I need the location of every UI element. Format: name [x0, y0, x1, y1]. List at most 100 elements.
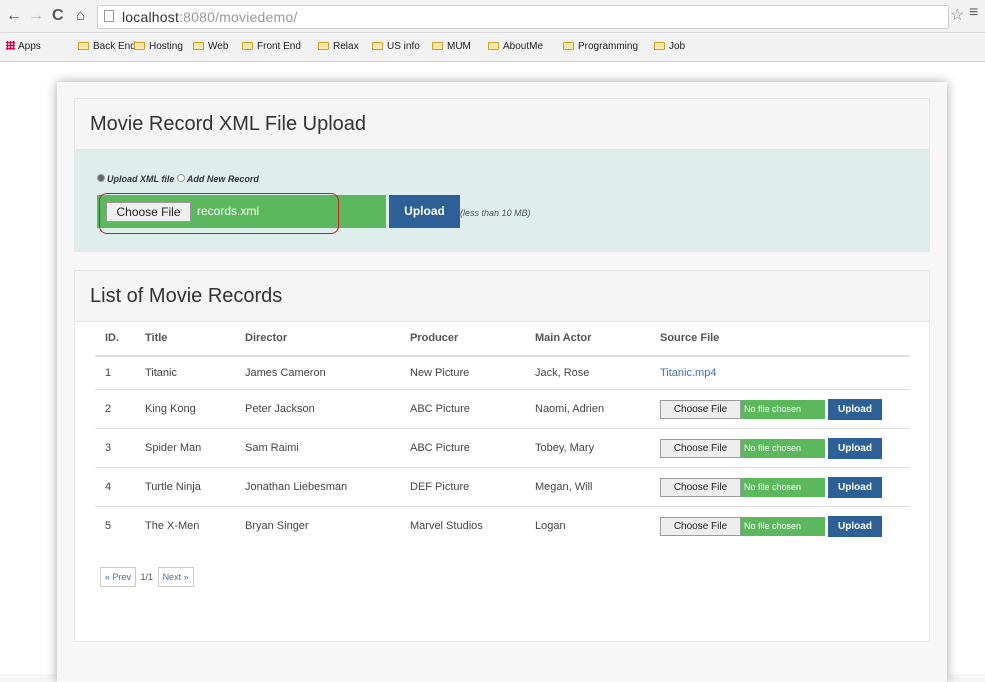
bookmark-label: Front End — [257, 41, 301, 52]
cell-actor: Megan, Will — [525, 467, 650, 507]
radio-add-record-label[interactable]: Add New Record — [187, 174, 259, 184]
records-panel: List of Movie Records ID. Title Director Pr… — [74, 270, 930, 642]
cell-id: 4 — [95, 467, 135, 507]
row-no-file-text: No file chosen — [741, 516, 825, 536]
bookmark-web[interactable]: Web — [193, 41, 228, 52]
radio-upload-xml[interactable] — [97, 174, 105, 182]
cell-title: Spider Man — [135, 428, 235, 468]
cell-director: Jonathan Liebesman — [235, 467, 400, 507]
bookmark-hosting[interactable]: Hosting — [134, 41, 183, 52]
cell-source-file: Choose File No file chosen Upload — [650, 506, 910, 545]
row-upload-button[interactable]: Upload — [828, 476, 882, 498]
next-page-button[interactable]: Next » — [157, 567, 194, 587]
cell-id: 2 — [95, 389, 135, 429]
page-info: 1/1 — [140, 572, 154, 582]
row-no-file-text: No file chosen — [741, 399, 825, 419]
bookmark-label: Back End — [93, 41, 136, 52]
back-arrow-icon[interactable]: ← — [6, 7, 22, 25]
bookmark-apps[interactable]: Apps — [6, 41, 41, 52]
cell-title: Titanic — [135, 355, 235, 390]
prev-page-button[interactable]: « Prev — [100, 567, 137, 587]
row-upload-button[interactable]: Upload — [828, 515, 882, 537]
column-header: ID. — [95, 321, 135, 357]
table-row: 4 Turtle Ninja Jonathan Liebesman DEF Pictu… — [95, 467, 910, 507]
bookmark-aboutme[interactable]: AboutMe — [488, 41, 543, 52]
row-choose-file-button[interactable]: Choose File — [660, 438, 741, 458]
cell-director: Bryan Singer — [235, 506, 400, 545]
url-path: :8080/moviedemo/ — [179, 9, 298, 25]
main-container: Movie Record XML File Upload Upload XML … — [57, 82, 947, 682]
cell-actor: Jack, Rose — [525, 355, 650, 390]
row-upload-button[interactable]: Upload — [828, 398, 882, 420]
bookmark-mum[interactable]: MUM — [432, 41, 471, 52]
row-choose-file-button[interactable]: Choose File — [660, 477, 741, 497]
folder-icon — [242, 42, 253, 50]
address-bar[interactable]: localhost:8080/moviedemo/ — [97, 5, 949, 29]
row-no-file-text: No file chosen — [741, 477, 825, 497]
upload-panel-title: Movie Record XML File Upload — [90, 113, 367, 135]
column-header: Producer — [400, 321, 525, 357]
bookmark-back-end[interactable]: Back End — [78, 41, 136, 52]
bookmark-relax[interactable]: Relax — [318, 41, 359, 52]
browser-toolbar: ← → C ⌂ localhost:8080/moviedemo/ ☆ ≡ — [0, 0, 985, 33]
upload-panel: Movie Record XML File Upload Upload XML … — [74, 98, 930, 252]
page-content: Movie Record XML File Upload Upload XML … — [0, 62, 985, 682]
home-icon[interactable]: ⌂ — [76, 7, 85, 25]
cell-id: 1 — [95, 355, 135, 390]
upload-panel-body: Upload XML file Add New Record Choose Fi… — [75, 150, 929, 251]
bookmark-programming[interactable]: Programming — [563, 41, 638, 52]
table-row: 3 Spider Man Sam Raimi ABC Picture Tobey, Ma… — [95, 428, 910, 468]
cell-source-file: Choose File No file chosen Upload — [650, 467, 910, 507]
row-choose-file-button[interactable]: Choose File — [660, 516, 741, 536]
table-header-row: ID. Title Director Producer Main Actor Source… — [95, 321, 910, 357]
cell-source-file: Titanic.mp4 — [650, 355, 910, 390]
bookmark-front-end[interactable]: Front End — [242, 41, 301, 52]
folder-icon — [134, 42, 145, 50]
bookmark-job[interactable]: Job — [654, 41, 685, 52]
upload-panel-heading: Movie Record XML File Upload — [75, 99, 929, 150]
bookmark-label: Relax — [333, 41, 359, 52]
radio-upload-xml-label[interactable]: Upload XML file — [107, 174, 174, 184]
bookmarks-bar: Apps Back End Hosting Web Front End Relax US i… — [0, 33, 985, 62]
radio-add-record[interactable] — [176, 174, 185, 182]
reload-icon[interactable]: C — [52, 7, 64, 25]
cell-director: James Cameron — [235, 355, 400, 390]
bookmark-label: MUM — [447, 41, 471, 52]
cell-producer: ABC Picture — [400, 389, 525, 429]
cell-producer: ABC Picture — [400, 428, 525, 468]
bookmark-label: Web — [208, 41, 229, 52]
menu-icon[interactable]: ≡ — [969, 4, 978, 22]
page-icon — [104, 10, 114, 22]
row-choose-file-button[interactable]: Choose File — [660, 399, 741, 419]
url-text[interactable]: localhost:8080/moviedemo/ — [122, 9, 297, 25]
folder-icon — [432, 42, 443, 50]
size-hint: (less than 10 MB) — [460, 208, 531, 218]
table-row: 5 The X-Men Bryan Singer Marvel Studios Loga… — [95, 506, 910, 545]
upload-button[interactable]: Upload — [389, 195, 460, 228]
bookmark-star-icon[interactable]: ☆ — [950, 5, 964, 25]
pager: « Prev 1/1 Next » — [100, 567, 194, 587]
row-upload-button[interactable]: Upload — [828, 437, 882, 459]
folder-icon — [78, 42, 89, 50]
folder-icon — [563, 42, 574, 50]
bookmark-label: Hosting — [149, 41, 183, 52]
bookmark-label: US info — [387, 41, 420, 52]
records-table: ID. Title Director Producer Main Actor Source… — [95, 321, 910, 545]
cell-id: 5 — [95, 506, 135, 545]
cell-producer: DEF Picture — [400, 467, 525, 507]
cell-director: Sam Raimi — [235, 428, 400, 468]
cell-director: Peter Jackson — [235, 389, 400, 429]
source-file-link[interactable]: Titanic.mp4 — [660, 367, 716, 379]
apps-grid-icon — [6, 41, 15, 50]
bookmark-label: AboutMe — [503, 41, 544, 52]
records-panel-heading: List of Movie Records — [75, 271, 929, 322]
cell-title: Turtle Ninja — [135, 467, 235, 507]
bookmark-label: Job — [669, 41, 686, 52]
folder-icon — [372, 42, 383, 50]
folder-icon — [654, 42, 665, 50]
bookmark-us-info[interactable]: US info — [372, 41, 420, 52]
upload-mode-radios: Upload XML file Add New Record — [97, 174, 259, 184]
cell-actor: Logan — [525, 506, 650, 545]
column-header: Title — [135, 321, 235, 357]
forward-arrow-icon[interactable]: → — [28, 7, 44, 25]
